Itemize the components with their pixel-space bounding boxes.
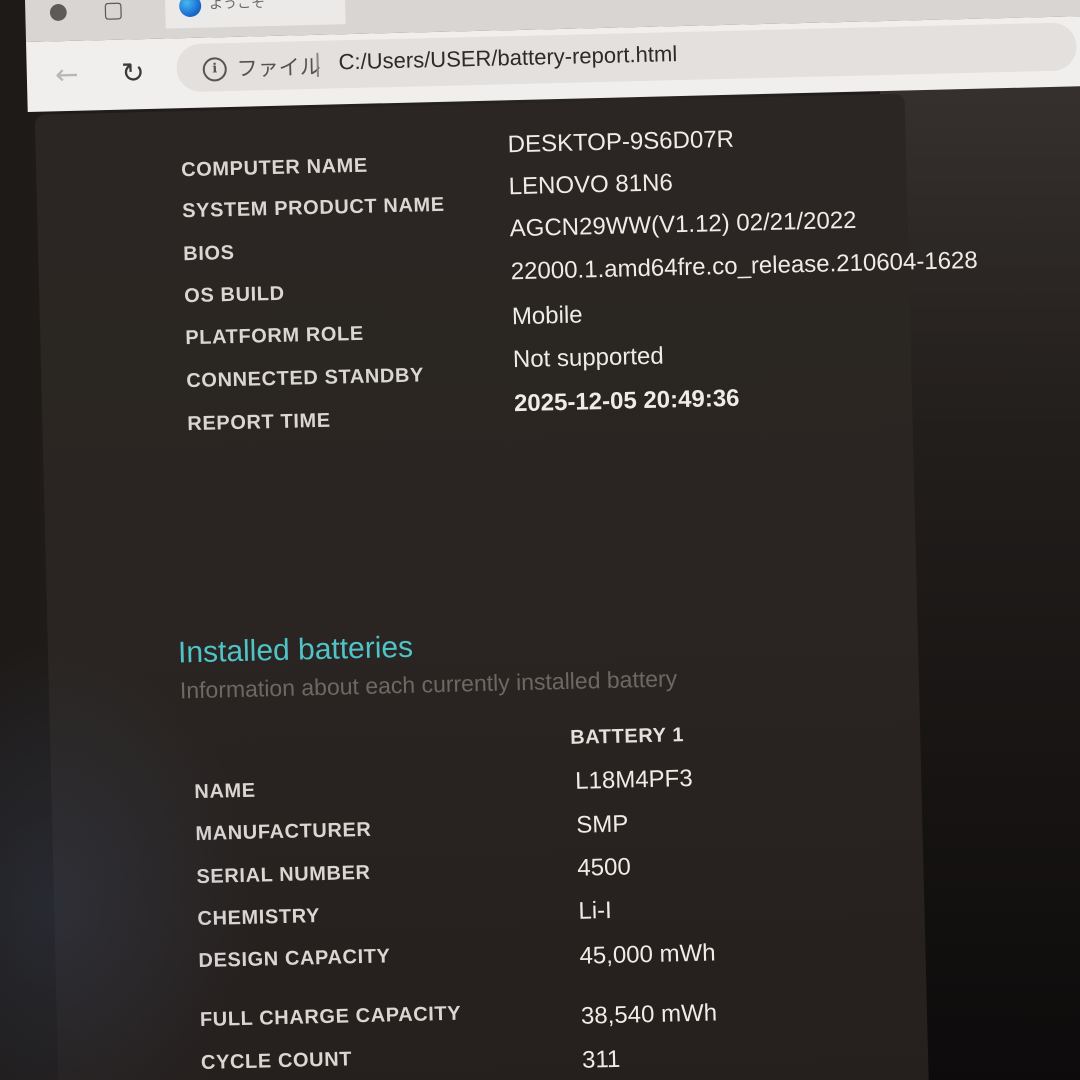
- tab-actions-icon[interactable]: ▢: [100, 0, 127, 24]
- tab-title: ようこそ: [208, 0, 266, 13]
- label-platform-role: PLATFORM ROLE: [185, 322, 365, 350]
- browser-window: ● ▢ ようこそ ← ↻ i ファイル C:/Users/USER/batter…: [24, 0, 1080, 1080]
- label-serial-number: SERIAL NUMBER: [196, 861, 371, 889]
- profile-icon[interactable]: ●: [45, 0, 72, 26]
- label-report-time: REPORT TIME: [187, 409, 331, 436]
- label-connected-standby: CONNECTED STANDBY: [186, 364, 425, 393]
- value-cycle-count: 311: [581, 1045, 621, 1074]
- value-os-build: 22000.1.amd64fre.co_release.210604-1628: [510, 246, 979, 286]
- refresh-icon[interactable]: ↻: [114, 55, 151, 92]
- label-design-capacity: DESIGN CAPACITY: [198, 945, 391, 973]
- label-os-build: OS BUILD: [184, 282, 285, 308]
- back-arrow-icon[interactable]: ←: [48, 57, 85, 94]
- value-report-time: 2025-12-05 20:49:36: [513, 384, 740, 418]
- value-serial-number: 4500: [577, 853, 632, 882]
- label-chemistry: CHEMISTRY: [197, 905, 321, 931]
- value-manufacturer: SMP: [575, 810, 629, 839]
- value-connected-standby: Not supported: [512, 342, 664, 374]
- battery-column-header: BATTERY 1: [569, 724, 685, 749]
- photo-stage: ● ▢ ようこそ ← ↻ i ファイル C:/Users/USER/batter…: [0, 0, 1080, 1080]
- value-battery-name: L18M4PF3: [574, 764, 693, 795]
- label-computer-name: COMPUTER NAME: [180, 154, 369, 182]
- value-platform-role: Mobile: [511, 301, 583, 331]
- label-bios: BIOS: [182, 241, 235, 266]
- label-full-charge-capacity: FULL CHARGE CAPACITY: [199, 1002, 462, 1032]
- battery-report-page: COMPUTER NAME DESKTOP-9S6D07R SYSTEM PRO…: [34, 93, 978, 1080]
- edge-browser-icon: [178, 0, 202, 18]
- address-file-label: ファイル: [236, 54, 322, 81]
- tab-welcome[interactable]: ようこそ: [164, 0, 346, 29]
- value-full-charge-capacity: 38,540 mWh: [580, 999, 718, 1030]
- value-system-product-name: LENOVO 81N6: [508, 169, 674, 201]
- label-manufacturer: MANUFACTURER: [195, 818, 372, 846]
- info-icon[interactable]: i: [202, 57, 228, 82]
- label-cycle-count: CYCLE COUNT: [200, 1048, 353, 1075]
- section-subtitle: Information about each currently install…: [179, 665, 678, 704]
- value-computer-name: DESKTOP-9S6D07R: [507, 125, 735, 159]
- value-design-capacity: 45,000 mWh: [579, 939, 716, 970]
- value-bios: AGCN29WW(V1.12) 02/21/2022: [509, 206, 857, 243]
- label-system-product-name: SYSTEM PRODUCT NAME: [181, 193, 445, 223]
- label-battery-name: NAME: [194, 779, 256, 804]
- value-chemistry: Li-I: [578, 896, 613, 925]
- address-url[interactable]: C:/Users/USER/battery-report.html: [338, 41, 677, 75]
- section-title-installed-batteries: Installed batteries: [177, 630, 414, 670]
